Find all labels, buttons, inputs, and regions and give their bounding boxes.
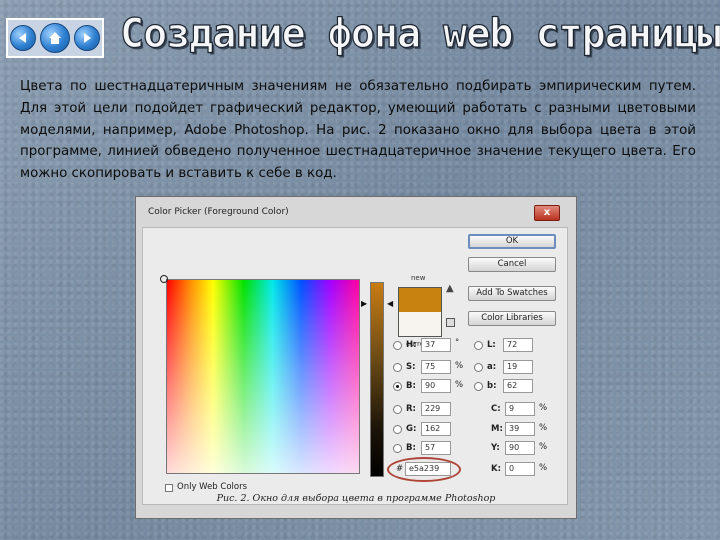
label-y: Y: xyxy=(491,443,500,453)
input-s[interactable]: 75 xyxy=(421,360,451,374)
color-field[interactable] xyxy=(166,279,360,474)
input-h[interactable]: 37 xyxy=(421,338,451,352)
web-safe-cube-icon[interactable] xyxy=(446,318,455,327)
unit-s: % xyxy=(455,361,464,371)
input-k[interactable]: 0 xyxy=(505,462,535,476)
input-bb[interactable]: 57 xyxy=(421,441,451,455)
slide-title: Создание фона web страницы xyxy=(119,10,720,57)
color-slider[interactable] xyxy=(370,282,384,477)
only-web-colors-label: Only Web Colors xyxy=(177,482,248,492)
gamut-warning-icon[interactable]: ▲ xyxy=(446,283,454,294)
unit-h: ° xyxy=(455,338,460,348)
input-y[interactable]: 90 xyxy=(505,441,535,455)
color-libraries-button[interactable]: Color Libraries xyxy=(468,311,556,326)
label-bb: B: xyxy=(406,443,416,453)
radio-l[interactable] xyxy=(474,341,483,350)
body-paragraph: Цвета по шестнадцатеричным значениям не … xyxy=(20,79,696,182)
home-button[interactable] xyxy=(40,23,70,53)
radio-b[interactable] xyxy=(393,382,402,391)
new-color-swatch xyxy=(398,287,442,312)
dialog-panel: ▶ ◀ new current ▲ OK Cancel Add To Swatc… xyxy=(142,227,568,505)
radio-bb[interactable] xyxy=(393,444,402,453)
back-button[interactable] xyxy=(10,25,36,51)
label-k: K: xyxy=(491,464,501,474)
input-b[interactable]: 90 xyxy=(421,379,451,393)
figure-caption: Рис. 2. Окно для выбора цвета в программ… xyxy=(216,493,496,504)
label-m: M: xyxy=(491,424,503,434)
color-picker-dialog: Color Picker (Foreground Color) x ▶ ◀ ne… xyxy=(135,196,577,519)
arrow-left-icon xyxy=(19,33,26,43)
slider-arrow-right-icon: ◀ xyxy=(387,299,394,308)
label-a: a: xyxy=(487,362,497,372)
close-button[interactable]: x xyxy=(534,205,560,221)
label-lab-b: b: xyxy=(487,381,497,391)
input-c[interactable]: 9 xyxy=(505,402,535,416)
unit-m: % xyxy=(539,423,548,433)
radio-s[interactable] xyxy=(393,363,402,372)
label-g: G: xyxy=(406,424,417,434)
unit-c: % xyxy=(539,403,548,413)
color-field-marker[interactable] xyxy=(160,275,168,283)
hex-highlight-oval xyxy=(387,457,461,482)
radio-r[interactable] xyxy=(393,405,402,414)
label-c: C: xyxy=(491,404,501,414)
forward-button[interactable] xyxy=(74,25,100,51)
label-b: B: xyxy=(406,381,416,391)
cancel-button[interactable]: Cancel xyxy=(468,257,556,272)
input-l[interactable]: 72 xyxy=(503,338,533,352)
radio-h[interactable] xyxy=(393,341,402,350)
input-g[interactable]: 162 xyxy=(421,422,451,436)
current-color-swatch xyxy=(398,312,442,337)
slide-navigation xyxy=(6,18,104,58)
input-m[interactable]: 39 xyxy=(505,422,535,436)
add-to-swatches-button[interactable]: Add To Swatches xyxy=(468,286,556,301)
radio-a[interactable] xyxy=(474,363,483,372)
label-h: H: xyxy=(406,340,417,350)
radio-lab-b[interactable] xyxy=(474,382,483,391)
label-s: S: xyxy=(406,362,416,372)
home-icon xyxy=(49,32,61,44)
label-l: L: xyxy=(487,340,496,350)
radio-g[interactable] xyxy=(393,425,402,434)
input-a[interactable]: 19 xyxy=(503,360,533,374)
slider-arrow-left-icon: ▶ xyxy=(361,299,368,308)
input-r[interactable]: 229 xyxy=(421,402,451,416)
input-lab-b[interactable]: 62 xyxy=(503,379,533,393)
ok-button[interactable]: OK xyxy=(468,234,556,249)
label-r: R: xyxy=(406,404,416,414)
unit-k: % xyxy=(539,463,548,473)
unit-b: % xyxy=(455,380,464,390)
new-label: new xyxy=(411,274,426,282)
arrow-right-icon xyxy=(84,33,91,43)
unit-y: % xyxy=(539,442,548,452)
dialog-title: Color Picker (Foreground Color) xyxy=(148,207,289,217)
only-web-colors-checkbox[interactable] xyxy=(165,484,173,492)
